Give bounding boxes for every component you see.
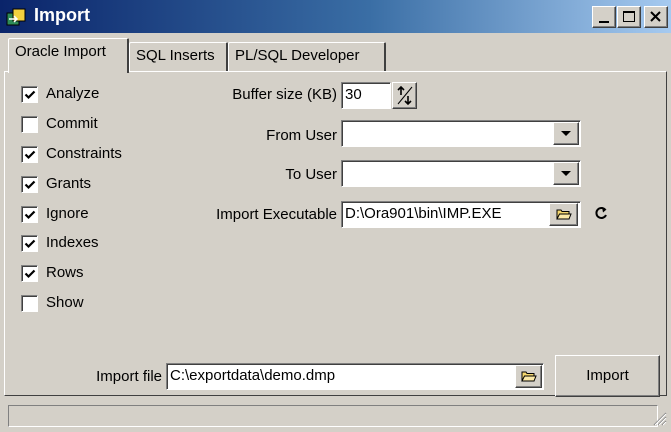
import-executable-input[interactable]: D:\Ora901\bin\IMP.EXE — [341, 201, 581, 228]
import-file-label: Import file — [96, 368, 162, 385]
checkbox-box[interactable] — [21, 206, 38, 223]
buffer-size-label: Buffer size (KB) — [232, 86, 337, 103]
maximize-icon — [623, 11, 635, 22]
tab-plsql-developer[interactable]: PL/SQL Developer — [228, 42, 386, 71]
spin-updown-icon — [397, 85, 413, 106]
checkbox-label: Indexes — [46, 234, 99, 251]
tab-label: Oracle Import — [15, 43, 106, 60]
check-icon — [24, 180, 36, 190]
checkbox-label: Commit — [46, 115, 98, 132]
check-icon — [24, 150, 36, 160]
check-icon — [24, 269, 36, 279]
checkbox-box[interactable] — [21, 265, 38, 282]
tab-label: PL/SQL Developer — [235, 47, 360, 64]
minimize-icon — [599, 21, 609, 23]
to-user-select[interactable] — [341, 160, 581, 187]
checkbox-label: Grants — [46, 175, 92, 192]
browse-executable-button[interactable] — [549, 203, 578, 226]
browse-import-file-button[interactable] — [515, 365, 542, 388]
status-bar — [8, 405, 658, 427]
to-user-label: To User — [285, 166, 337, 183]
checkbox-label: Ignore — [46, 205, 89, 222]
check-icon — [24, 210, 36, 220]
checkbox-box[interactable] — [21, 176, 38, 193]
from-user-label: From User — [266, 127, 337, 144]
checkbox-box[interactable] — [21, 86, 38, 103]
checkbox-box[interactable] — [21, 146, 38, 163]
checkbox-label: Show — [46, 294, 84, 311]
checkbox-box[interactable] — [21, 116, 38, 133]
refresh-icon[interactable] — [594, 205, 610, 221]
tab-label: SQL Inserts — [136, 47, 215, 64]
folder-open-icon — [521, 371, 537, 382]
check-icon — [24, 239, 36, 249]
checkbox-label: Constraints — [46, 145, 122, 162]
tab-sql-inserts[interactable]: SQL Inserts — [129, 42, 228, 71]
window-title: Import — [34, 5, 90, 25]
chevron-down-icon — [561, 171, 571, 176]
title-bar[interactable]: Import — [0, 0, 671, 34]
import-executable-label: Import Executable — [216, 206, 337, 223]
checkbox-box[interactable] — [21, 295, 38, 312]
tab-oracle-import[interactable]: Oracle Import — [8, 38, 129, 73]
check-icon — [24, 90, 36, 100]
to-user-dropdown-button[interactable] — [553, 162, 579, 185]
checkbox-label: Analyze — [46, 85, 100, 102]
close-button[interactable] — [644, 6, 668, 28]
buffer-size-spinner[interactable] — [392, 82, 417, 109]
import-app-icon — [6, 8, 26, 26]
checkbox-label: Rows — [46, 264, 84, 281]
checkbox-box[interactable] — [21, 235, 38, 252]
import-file-input[interactable]: C:\exportdata\demo.dmp — [166, 363, 544, 390]
from-user-dropdown-button[interactable] — [553, 122, 579, 145]
chevron-down-icon — [561, 131, 571, 136]
close-icon — [650, 11, 661, 22]
buffer-size-input[interactable]: 30 — [341, 82, 391, 109]
maximize-button[interactable] — [617, 6, 641, 28]
resize-grip-icon[interactable] — [651, 410, 667, 426]
folder-open-icon — [556, 209, 572, 220]
from-user-select[interactable] — [341, 120, 581, 147]
minimize-button[interactable] — [592, 6, 616, 28]
import-button[interactable]: Import — [555, 355, 660, 397]
